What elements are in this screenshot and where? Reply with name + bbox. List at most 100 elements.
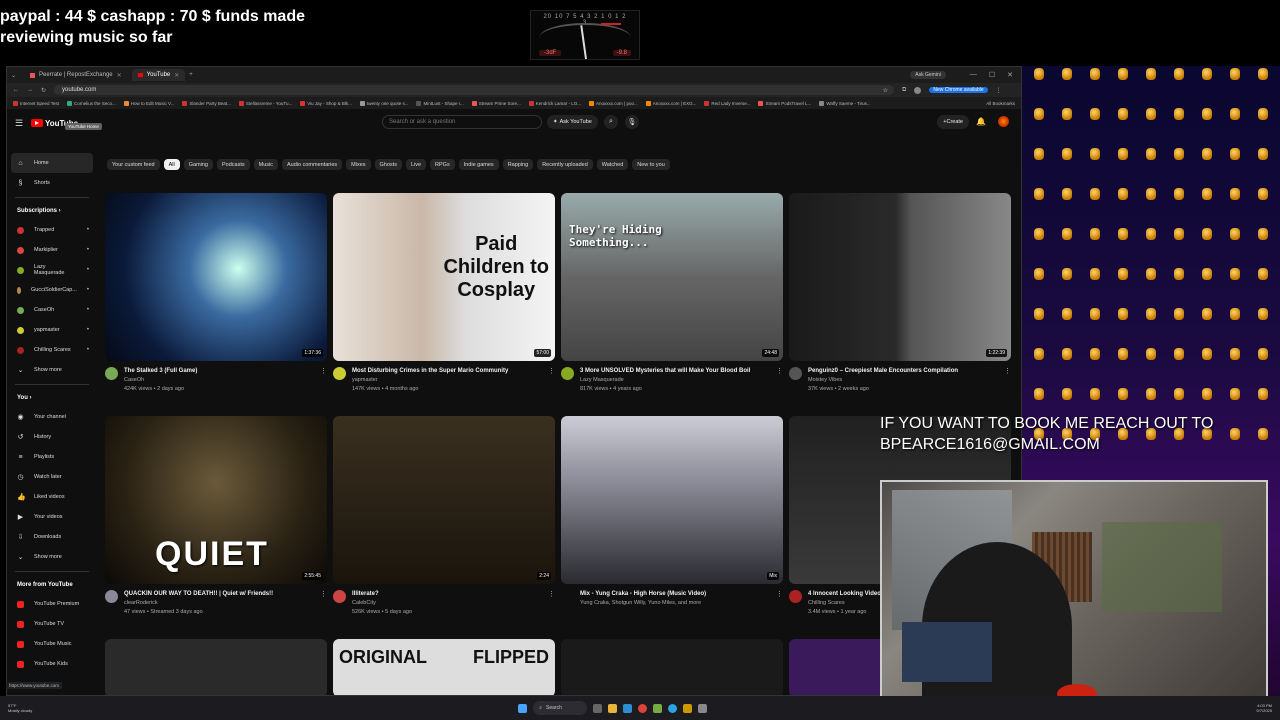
bookmark-item[interactable]: Anoxxxx.com | poo... [589,100,638,106]
video-title[interactable]: Mix - Yung Craka - High Horse (Music Vid… [580,590,706,599]
desktop-shortcut-icon[interactable] [1166,148,1192,161]
profile-icon[interactable] [914,86,922,94]
menu-dots-icon[interactable]: ⋮ [996,87,1002,94]
sidebar-item-subscription[interactable]: GucciSoldierCap... • [7,280,97,300]
video-card[interactable]: 1:22:39 Penguinz0 – Creepiest Male Encoun… [789,193,1011,394]
desktop-shortcut-icon[interactable] [1054,188,1080,201]
minimize-icon[interactable]: — [970,71,977,79]
video-channel[interactable]: Yung Craka, Shotgun Willy, Yuno Miles, a… [580,599,706,608]
close-icon[interactable]: ✕ [174,72,179,79]
video-channel[interactable]: Lazy Masquerade [580,376,750,385]
sidebar-item-you[interactable]: ▶ Your videos [7,507,97,527]
more-options-icon[interactable]: ⋮ [776,367,783,394]
extensions-icon[interactable]: ⧉ [902,87,906,94]
desktop-shortcut-icon[interactable] [1026,188,1052,201]
sidebar-item-you[interactable]: ◷ Watch later [7,467,97,487]
desktop-shortcut-icon[interactable] [1082,148,1108,161]
desktop-shortcut-icon[interactable] [1026,228,1052,241]
video-thumbnail[interactable]: 1:37:36 [105,193,327,361]
desktop-shortcut-icon[interactable] [1082,108,1108,121]
bookmark-item[interactable]: Stream PodsTravel L... [758,100,811,106]
video-thumbnail[interactable] [561,639,783,695]
desktop-shortcut-icon[interactable] [1138,68,1164,81]
close-window-icon[interactable]: ✕ [1007,71,1013,79]
desktop-shortcut-icon[interactable] [1250,68,1276,81]
search-icon[interactable]: ⌕ [604,115,618,129]
desktop-shortcut-icon[interactable] [1250,388,1276,401]
desktop-shortcut-icon[interactable] [1138,388,1164,401]
desktop-shortcut-icon[interactable] [1222,348,1248,361]
desktop-shortcut-icon[interactable] [1250,268,1276,281]
mic-icon[interactable]: 🎙 [625,115,639,129]
ask-youtube-button[interactable]: ✦ Ask YouTube [547,115,598,129]
video-channel[interactable]: yapmaster [352,376,508,385]
desktop-shortcut-icon[interactable] [1222,188,1248,201]
video-card[interactable]: They're Hiding Something... 24:48 3 More U… [561,193,783,394]
desktop-shortcut-icon[interactable] [1194,268,1220,281]
app-icon[interactable] [698,703,708,713]
desktop-shortcut-icon[interactable] [1110,388,1136,401]
desktop-shortcut-icon[interactable] [1110,188,1136,201]
channel-avatar[interactable] [105,590,118,603]
video-title[interactable]: Illiterate? [352,590,412,599]
windows-start-icon[interactable] [518,703,528,713]
desktop-shortcut-icon[interactable] [1026,348,1052,361]
telegram-icon[interactable] [668,703,678,713]
desktop-shortcut-icon[interactable] [1194,308,1220,321]
desktop-shortcut-icon[interactable] [1138,268,1164,281]
sidebar-item-more[interactable]: YouTube Music [7,634,97,654]
app-icon[interactable] [683,703,693,713]
desktop-shortcut-icon[interactable] [1194,228,1220,241]
notifications-icon[interactable]: 🔔 [976,117,986,126]
desktop-shortcut-icon[interactable] [1026,308,1052,321]
filter-chip[interactable]: Your custom feed [107,159,160,170]
channel-avatar[interactable] [105,367,118,380]
video-card[interactable]: Mix Mix - Yung Craka - High Horse (Music … [561,416,783,608]
sidebar-subscriptions-heading[interactable]: Subscriptions › [7,202,97,220]
search-input[interactable]: Search or ask a question [382,115,542,129]
sidebar-item-shorts[interactable]: § Shorts [7,173,97,193]
desktop-shortcut-icon[interactable] [1110,68,1136,81]
desktop-shortcut-icon[interactable] [1166,228,1192,241]
sidebar-item-subscription[interactable]: yapmaster • [7,320,97,340]
sidebar-item-more[interactable]: YouTube Kids [7,654,97,674]
desktop-shortcut-icon[interactable] [1138,308,1164,321]
channel-avatar[interactable] [561,367,574,380]
video-thumbnail[interactable]: Mix [561,416,783,584]
desktop-shortcut-icon[interactable] [1026,108,1052,121]
desktop-shortcut-icon[interactable] [1110,308,1136,321]
desktop-shortcut-icon[interactable] [1222,68,1248,81]
sidebar-item-you[interactable]: ≡ Playlists [7,447,97,467]
sidebar-show-more[interactable]: ⌄ Show more [7,360,97,380]
channel-avatar[interactable] [789,590,802,603]
video-channel[interactable]: Moistey Vibes [808,376,958,385]
maximize-icon[interactable]: ☐ [989,71,995,79]
desktop-shortcut-icon[interactable] [1110,148,1136,161]
desktop-shortcut-icon[interactable] [1194,388,1220,401]
filter-chip[interactable]: Watched [596,159,629,170]
video-title[interactable]: Most Disturbing Crimes in the Super Mari… [352,367,508,376]
sidebar-item-subscription[interactable]: Markiplier • [7,240,97,260]
sidebar-item-subscription[interactable]: Lazy Masquerade • [7,260,97,280]
sidebar-item-you[interactable]: ↺ History [7,427,97,447]
channel-avatar[interactable] [561,590,574,603]
desktop-shortcut-icon[interactable] [1054,68,1080,81]
back-icon[interactable]: ← [13,87,19,93]
filter-chip[interactable]: New to you [632,159,670,170]
desktop-shortcut-icon[interactable] [1250,228,1276,241]
desktop-shortcut-icon[interactable] [1054,308,1080,321]
desktop-shortcut-icon[interactable] [1054,348,1080,361]
menu-icon[interactable]: ☰ [15,118,25,129]
desktop-shortcut-icon[interactable] [1054,108,1080,121]
desktop-shortcut-icon[interactable] [1250,188,1276,201]
desktop-shortcut-icon[interactable] [1250,108,1276,121]
video-title[interactable]: Penguinz0 – Creepiest Male Encounters Co… [808,367,958,376]
video-card[interactable]: 2:24 Illiterate? CalebCity 526K views • 5 d… [333,416,555,617]
desktop-shortcut-icon[interactable] [1026,148,1052,161]
desktop-shortcut-icon[interactable] [1110,268,1136,281]
taskview-icon[interactable] [593,703,603,713]
star-icon[interactable]: ☆ [883,87,888,94]
desktop-shortcut-icon[interactable] [1110,348,1136,361]
desktop-shortcut-icon[interactable] [1082,388,1108,401]
video-thumbnail[interactable]: They're Hiding Something... 24:48 [561,193,783,361]
